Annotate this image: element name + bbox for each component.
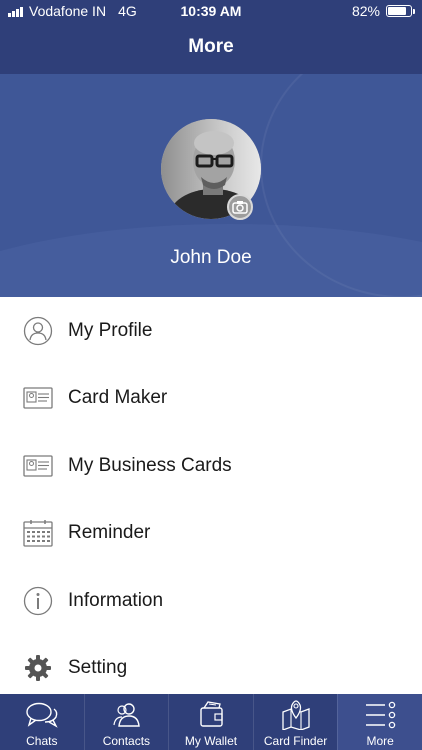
camera-icon: [232, 201, 248, 214]
menu-item-card-maker[interactable]: Card Maker: [0, 365, 422, 433]
menu-item-label: Reminder: [68, 522, 151, 544]
menu-item-label: Card Maker: [68, 387, 168, 409]
tab-card-finder[interactable]: Card Finder: [252, 694, 338, 750]
profile-header: John Doe: [0, 74, 422, 297]
tab-contacts[interactable]: Contacts: [83, 694, 169, 750]
tab-more[interactable]: More: [337, 694, 422, 750]
map-pin-icon: [281, 700, 310, 730]
tab-label: More: [366, 734, 394, 748]
profile-name: John Doe: [170, 247, 252, 268]
more-list-icon: [366, 701, 396, 729]
tab-label: Chats: [26, 734, 58, 748]
battery-icon: [386, 5, 415, 17]
battery-percent: 82%: [351, 3, 380, 19]
menu-item-information[interactable]: Information: [0, 567, 422, 635]
info-circle-icon: [22, 585, 54, 617]
menu-item-label: My Profile: [68, 319, 153, 341]
menu-item-label: Setting: [68, 657, 128, 679]
status-bar: Vodafone IN 4G 10:39 AM 82%: [0, 0, 422, 24]
tab-label: Card Finder: [263, 734, 328, 748]
gear-icon: [22, 652, 54, 684]
tab-label: Contacts: [102, 734, 151, 748]
menu-item-setting[interactable]: Setting: [0, 635, 422, 703]
contacts-icon: [113, 703, 141, 727]
user-circle-icon: [22, 315, 54, 347]
tab-my-wallet[interactable]: My Wallet: [168, 694, 253, 750]
calendar-icon: [22, 517, 54, 549]
menu-list: My Profile Card Maker My Business Cards …: [0, 297, 422, 702]
id-card-icon: [22, 382, 54, 414]
menu-item-reminder[interactable]: Reminder: [0, 500, 422, 568]
tab-label: My Wallet: [184, 734, 238, 748]
menu-item-my-business-cards[interactable]: My Business Cards: [0, 432, 422, 500]
menu-item-label: My Business Cards: [68, 454, 232, 476]
tab-bar: Chats Contacts My Wallet Card Finder Mor…: [0, 694, 422, 750]
menu-item-my-profile[interactable]: My Profile: [0, 297, 422, 365]
menu-item-label: Information: [68, 589, 164, 611]
change-photo-button[interactable]: [227, 194, 253, 220]
nav-bar: More: [0, 24, 422, 74]
id-card-icon: [22, 450, 54, 482]
page-title: More: [188, 36, 234, 57]
wallet-icon: [200, 701, 223, 727]
chat-bubbles-icon: [26, 702, 58, 728]
tab-chats[interactable]: Chats: [0, 694, 84, 750]
